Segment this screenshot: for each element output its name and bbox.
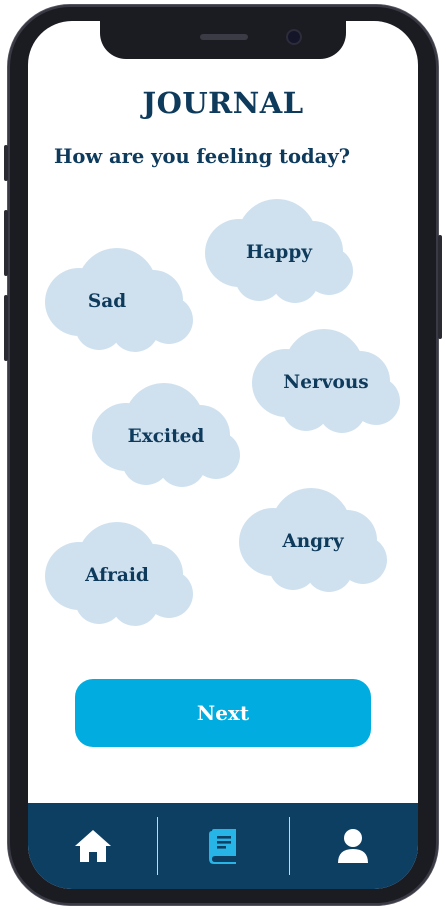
- app-screen: JOURNAL How are you feeling today? Happy: [28, 21, 418, 889]
- mood-label: Happy: [245, 242, 313, 263]
- volume-up-button: [4, 210, 8, 276]
- mood-label: Excited: [127, 426, 205, 447]
- power-button: [438, 235, 442, 339]
- mood-cloud-afraid[interactable]: Afraid: [43, 520, 195, 628]
- phone-frame: JOURNAL How are you feeling today? Happy: [4, 5, 442, 905]
- speaker-grille: [200, 34, 248, 40]
- journal-icon: [209, 829, 236, 864]
- mood-label: Sad: [87, 291, 127, 312]
- mood-cloud-sad[interactable]: Sad: [43, 246, 195, 354]
- nav-profile[interactable]: [288, 803, 418, 889]
- notch: [100, 21, 346, 59]
- mood-cloud-happy[interactable]: Happy: [203, 197, 355, 305]
- volume-down-button: [4, 295, 8, 361]
- profile-icon: [338, 829, 368, 863]
- nav-journal[interactable]: [158, 803, 288, 889]
- mood-cloud-angry[interactable]: Angry: [237, 486, 389, 594]
- page-title: JOURNAL: [142, 86, 304, 120]
- silent-switch: [4, 145, 8, 181]
- bottom-nav: [28, 803, 418, 889]
- next-button[interactable]: Next: [75, 679, 371, 747]
- mood-question: How are you feeling today?: [54, 145, 351, 168]
- mood-cloud-nervous[interactable]: Nervous: [250, 327, 402, 435]
- mood-cloud-excited[interactable]: Excited: [90, 381, 242, 489]
- front-camera: [288, 31, 300, 43]
- nav-home[interactable]: [28, 803, 158, 889]
- mood-label: Nervous: [283, 372, 369, 393]
- mood-label: Angry: [282, 531, 344, 552]
- home-icon: [75, 830, 111, 862]
- mood-label: Afraid: [85, 565, 149, 586]
